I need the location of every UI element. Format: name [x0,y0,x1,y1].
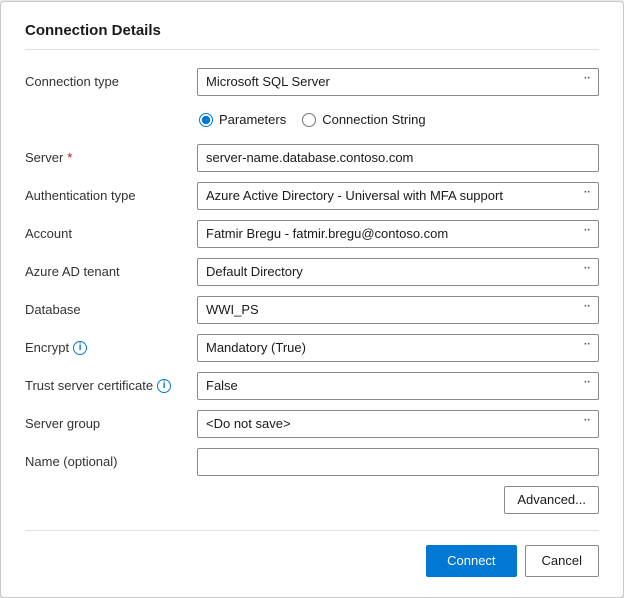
trust-cert-row: Trust server certificate i False True ⠉ [25,372,599,400]
account-control: Fatmir Bregu - fatmir.bregu@contoso.com … [197,220,599,248]
radio-row: Parameters Connection String [197,106,599,134]
server-label: Server * [25,150,197,165]
radio-connection-string-option[interactable]: Connection String [302,112,425,127]
server-group-row: Server group <Do not save> ⠉ [25,410,599,438]
advanced-button-row: Advanced... [25,486,599,514]
database-label: Database [25,302,197,317]
connection-type-select[interactable]: Microsoft SQL Server PostgreSQL MySQL [197,68,599,96]
radio-group: Parameters Connection String [197,112,426,127]
advanced-button[interactable]: Advanced... [504,486,599,514]
server-input[interactable] [197,144,599,172]
auth-type-control: Azure Active Directory - Universal with … [197,182,599,210]
server-group-control: <Do not save> ⠉ [197,410,599,438]
trust-cert-control: False True ⠉ [197,372,599,400]
server-group-label: Server group [25,416,197,431]
server-group-select-wrapper: <Do not save> ⠉ [197,410,599,438]
connect-button[interactable]: Connect [426,545,516,577]
encrypt-info-icon[interactable]: i [73,341,87,355]
server-control [197,144,599,172]
dialog-title: Connection Details [25,22,599,50]
radio-connection-string-label: Connection String [322,112,425,127]
radio-connection-string-input[interactable] [302,113,316,127]
database-select-wrapper: WWI_PS ⠉ [197,296,599,324]
account-row: Account Fatmir Bregu - fatmir.bregu@cont… [25,220,599,248]
connection-type-row: Connection type Microsoft SQL Server Pos… [25,68,599,96]
connection-details-dialog: Connection Details Connection type Micro… [0,1,624,598]
connection-type-label: Connection type [25,74,197,89]
required-star: * [67,150,72,165]
radio-parameters-input[interactable] [199,113,213,127]
azure-ad-tenant-select[interactable]: Default Directory [197,258,599,286]
trust-cert-select-wrapper: False True ⠉ [197,372,599,400]
radio-parameters-label: Parameters [219,112,286,127]
database-row: Database WWI_PS ⠉ [25,296,599,324]
server-group-select[interactable]: <Do not save> [197,410,599,438]
auth-type-label: Authentication type [25,188,197,203]
name-optional-row: Name (optional) [25,448,599,476]
trust-cert-info-icon[interactable]: i [157,379,171,393]
server-row: Server * [25,144,599,172]
auth-type-select-wrapper: Azure Active Directory - Universal with … [197,182,599,210]
auth-type-row: Authentication type Azure Active Directo… [25,182,599,210]
trust-cert-select[interactable]: False True [197,372,599,400]
radio-parameters-option[interactable]: Parameters [199,112,286,127]
trust-cert-label: Trust server certificate i [25,378,197,393]
name-optional-label: Name (optional) [25,454,197,469]
account-label: Account [25,226,197,241]
azure-ad-tenant-label: Azure AD tenant [25,264,197,279]
footer-row: Connect Cancel [25,530,599,577]
auth-type-select[interactable]: Azure Active Directory - Universal with … [197,182,599,210]
encrypt-select[interactable]: Mandatory (True) Optional (False) Strict… [197,334,599,362]
database-control: WWI_PS ⠉ [197,296,599,324]
encrypt-control: Mandatory (True) Optional (False) Strict… [197,334,599,362]
account-select-wrapper: Fatmir Bregu - fatmir.bregu@contoso.com … [197,220,599,248]
connection-type-control: Microsoft SQL Server PostgreSQL MySQL ⠉ [197,68,599,96]
encrypt-row: Encrypt i Mandatory (True) Optional (Fal… [25,334,599,362]
azure-ad-tenant-select-wrapper: Default Directory ⠉ [197,258,599,286]
azure-ad-tenant-row: Azure AD tenant Default Directory ⠉ [25,258,599,286]
account-select[interactable]: Fatmir Bregu - fatmir.bregu@contoso.com [197,220,599,248]
name-optional-control [197,448,599,476]
encrypt-label: Encrypt i [25,340,197,355]
connection-type-select-wrapper: Microsoft SQL Server PostgreSQL MySQL ⠉ [197,68,599,96]
cancel-button[interactable]: Cancel [525,545,599,577]
encrypt-select-wrapper: Mandatory (True) Optional (False) Strict… [197,334,599,362]
database-select[interactable]: WWI_PS [197,296,599,324]
azure-ad-tenant-control: Default Directory ⠉ [197,258,599,286]
name-optional-input[interactable] [197,448,599,476]
